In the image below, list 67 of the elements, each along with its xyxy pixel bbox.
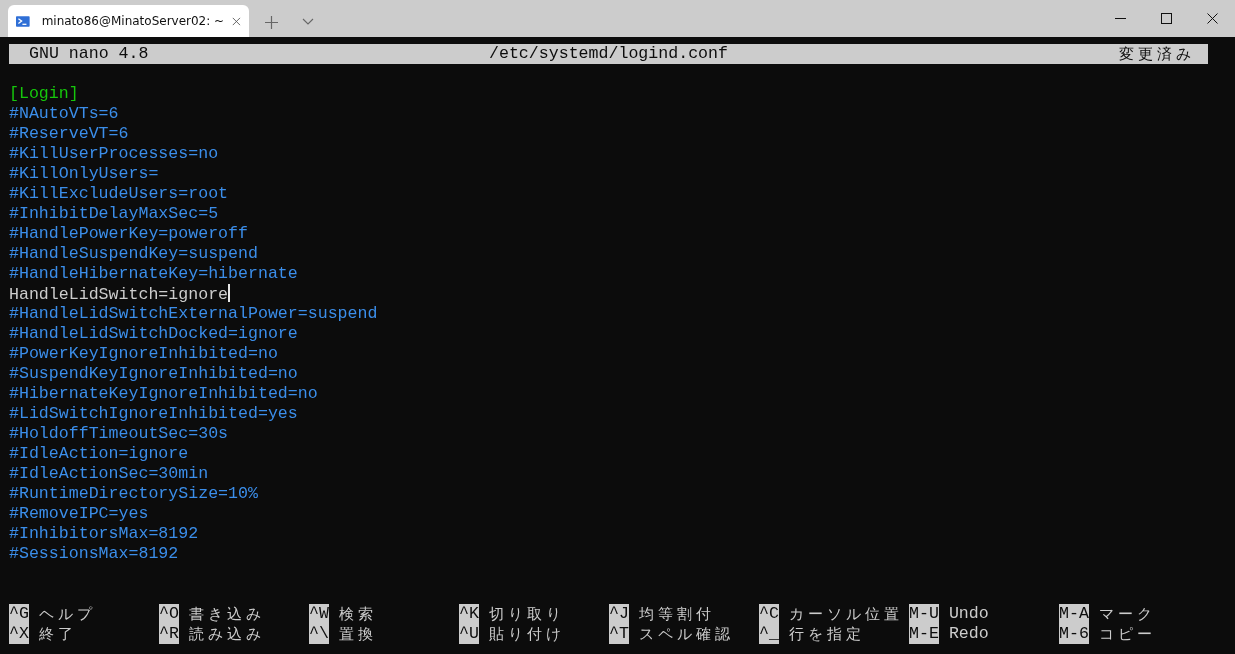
minimize-icon[interactable] xyxy=(1114,18,1126,19)
shortcut-label: Redo xyxy=(948,624,989,644)
config-line: #HoldoffTimeoutSec=30s xyxy=(9,424,229,443)
terminal-icon xyxy=(16,14,30,28)
shortcut-key: ^X xyxy=(9,624,29,644)
config-line: #ReserveVT=6 xyxy=(9,124,129,143)
config-line: #KillExcludeUsers=root xyxy=(9,184,229,203)
shortcut-label: コピー xyxy=(1098,624,1156,644)
shortcut-label: Undo xyxy=(948,604,989,624)
shortcut-label: カーソル位置 xyxy=(788,604,903,624)
shortcut-label: 読み込み xyxy=(188,624,265,644)
shortcut-label: マーク xyxy=(1098,604,1156,624)
config-line: #HandleLidSwitchDocked=ignore xyxy=(9,324,298,343)
shortcut-key: ^J xyxy=(609,604,629,624)
shortcut-key: ^\ xyxy=(309,624,329,644)
shortcut-key: ^R xyxy=(159,624,179,644)
shortcut-label: 置換 xyxy=(338,624,377,644)
tab-title: minato86@MinatoServer02: ~ xyxy=(41,13,225,30)
config-line: #SessionsMax=8192 xyxy=(9,544,179,563)
config-line: #HandleHibernateKey=hibernate xyxy=(9,264,298,283)
config-line: #SuspendKeyIgnoreInhibited=no xyxy=(9,364,298,383)
config-line: #HandlePowerKey=poweroff xyxy=(9,224,248,243)
shortcut-label: 検索 xyxy=(338,604,377,624)
config-line: #InhibitDelayMaxSec=5 xyxy=(9,204,219,223)
config-line: #RemoveIPC=yes xyxy=(9,504,149,523)
file-name: /etc/systemd/logind.conf xyxy=(488,44,729,64)
modified-status: 変更済み xyxy=(1119,45,1195,63)
add-tab-icon[interactable] xyxy=(265,16,278,29)
shortcut-key: ^W xyxy=(309,604,329,624)
close-icon[interactable] xyxy=(1206,13,1218,24)
shortcut-key: ^C xyxy=(759,604,779,624)
config-line: #HandleSuspendKey=suspend xyxy=(9,244,258,263)
shortcut-key: M-A xyxy=(1059,604,1089,624)
app-version: GNU nano 4.8 xyxy=(28,44,150,64)
config-line: #KillUserProcesses=no xyxy=(9,144,219,163)
shortcut-key: ^_ xyxy=(759,624,779,644)
config-line: #KillOnlyUsers= xyxy=(9,164,159,183)
config-line: #IdleActionSec=30min xyxy=(9,464,209,483)
shortcut-key: M-E xyxy=(909,624,939,644)
shortcut-label: 貼り付け xyxy=(488,624,565,644)
config-line: #IdleAction=ignore xyxy=(9,444,189,463)
shortcut-key: ^T xyxy=(609,624,629,644)
shortcut-label: 均等割付 xyxy=(638,604,715,624)
shortcut-label: ヘルプ xyxy=(38,604,96,624)
shortcut-key: M-6 xyxy=(1059,624,1089,644)
config-line: HandleLidSwitch=ignore xyxy=(9,285,229,304)
shortcut-key: M-U xyxy=(909,604,939,624)
config-line: #HandleLidSwitchExternalPower=suspend xyxy=(9,304,378,323)
config-line: [Login] xyxy=(9,84,79,103)
terminal-tab[interactable]: minato86@MinatoServer02: ~ xyxy=(8,5,249,37)
config-line: #NAutoVTs=6 xyxy=(9,104,119,123)
config-line: #HibernateKeyIgnoreInhibited=no xyxy=(9,384,318,403)
dropdown-icon[interactable] xyxy=(302,18,314,25)
shortcut-label: 終了 xyxy=(38,624,77,644)
shortcut-key: ^U xyxy=(459,624,479,644)
config-line: #PowerKeyIgnoreInhibited=no xyxy=(9,344,278,363)
shortcut-label: 切り取り xyxy=(488,604,565,624)
shortcut-key: ^O xyxy=(159,604,179,624)
config-line: #InhibitorsMax=8192 xyxy=(9,524,199,543)
shortcut-label: 書き込み xyxy=(188,604,265,624)
maximize-icon[interactable] xyxy=(1160,13,1172,24)
config-line: #LidSwitchIgnoreInhibited=yes xyxy=(9,404,298,423)
shortcut-key: ^K xyxy=(459,604,479,624)
shortcut-label: スペル確認 xyxy=(638,624,734,644)
shortcut-label: 行を指定 xyxy=(788,624,865,644)
config-line: #RuntimeDirectorySize=10% xyxy=(9,484,258,503)
shortcut-key: ^G xyxy=(9,604,29,624)
